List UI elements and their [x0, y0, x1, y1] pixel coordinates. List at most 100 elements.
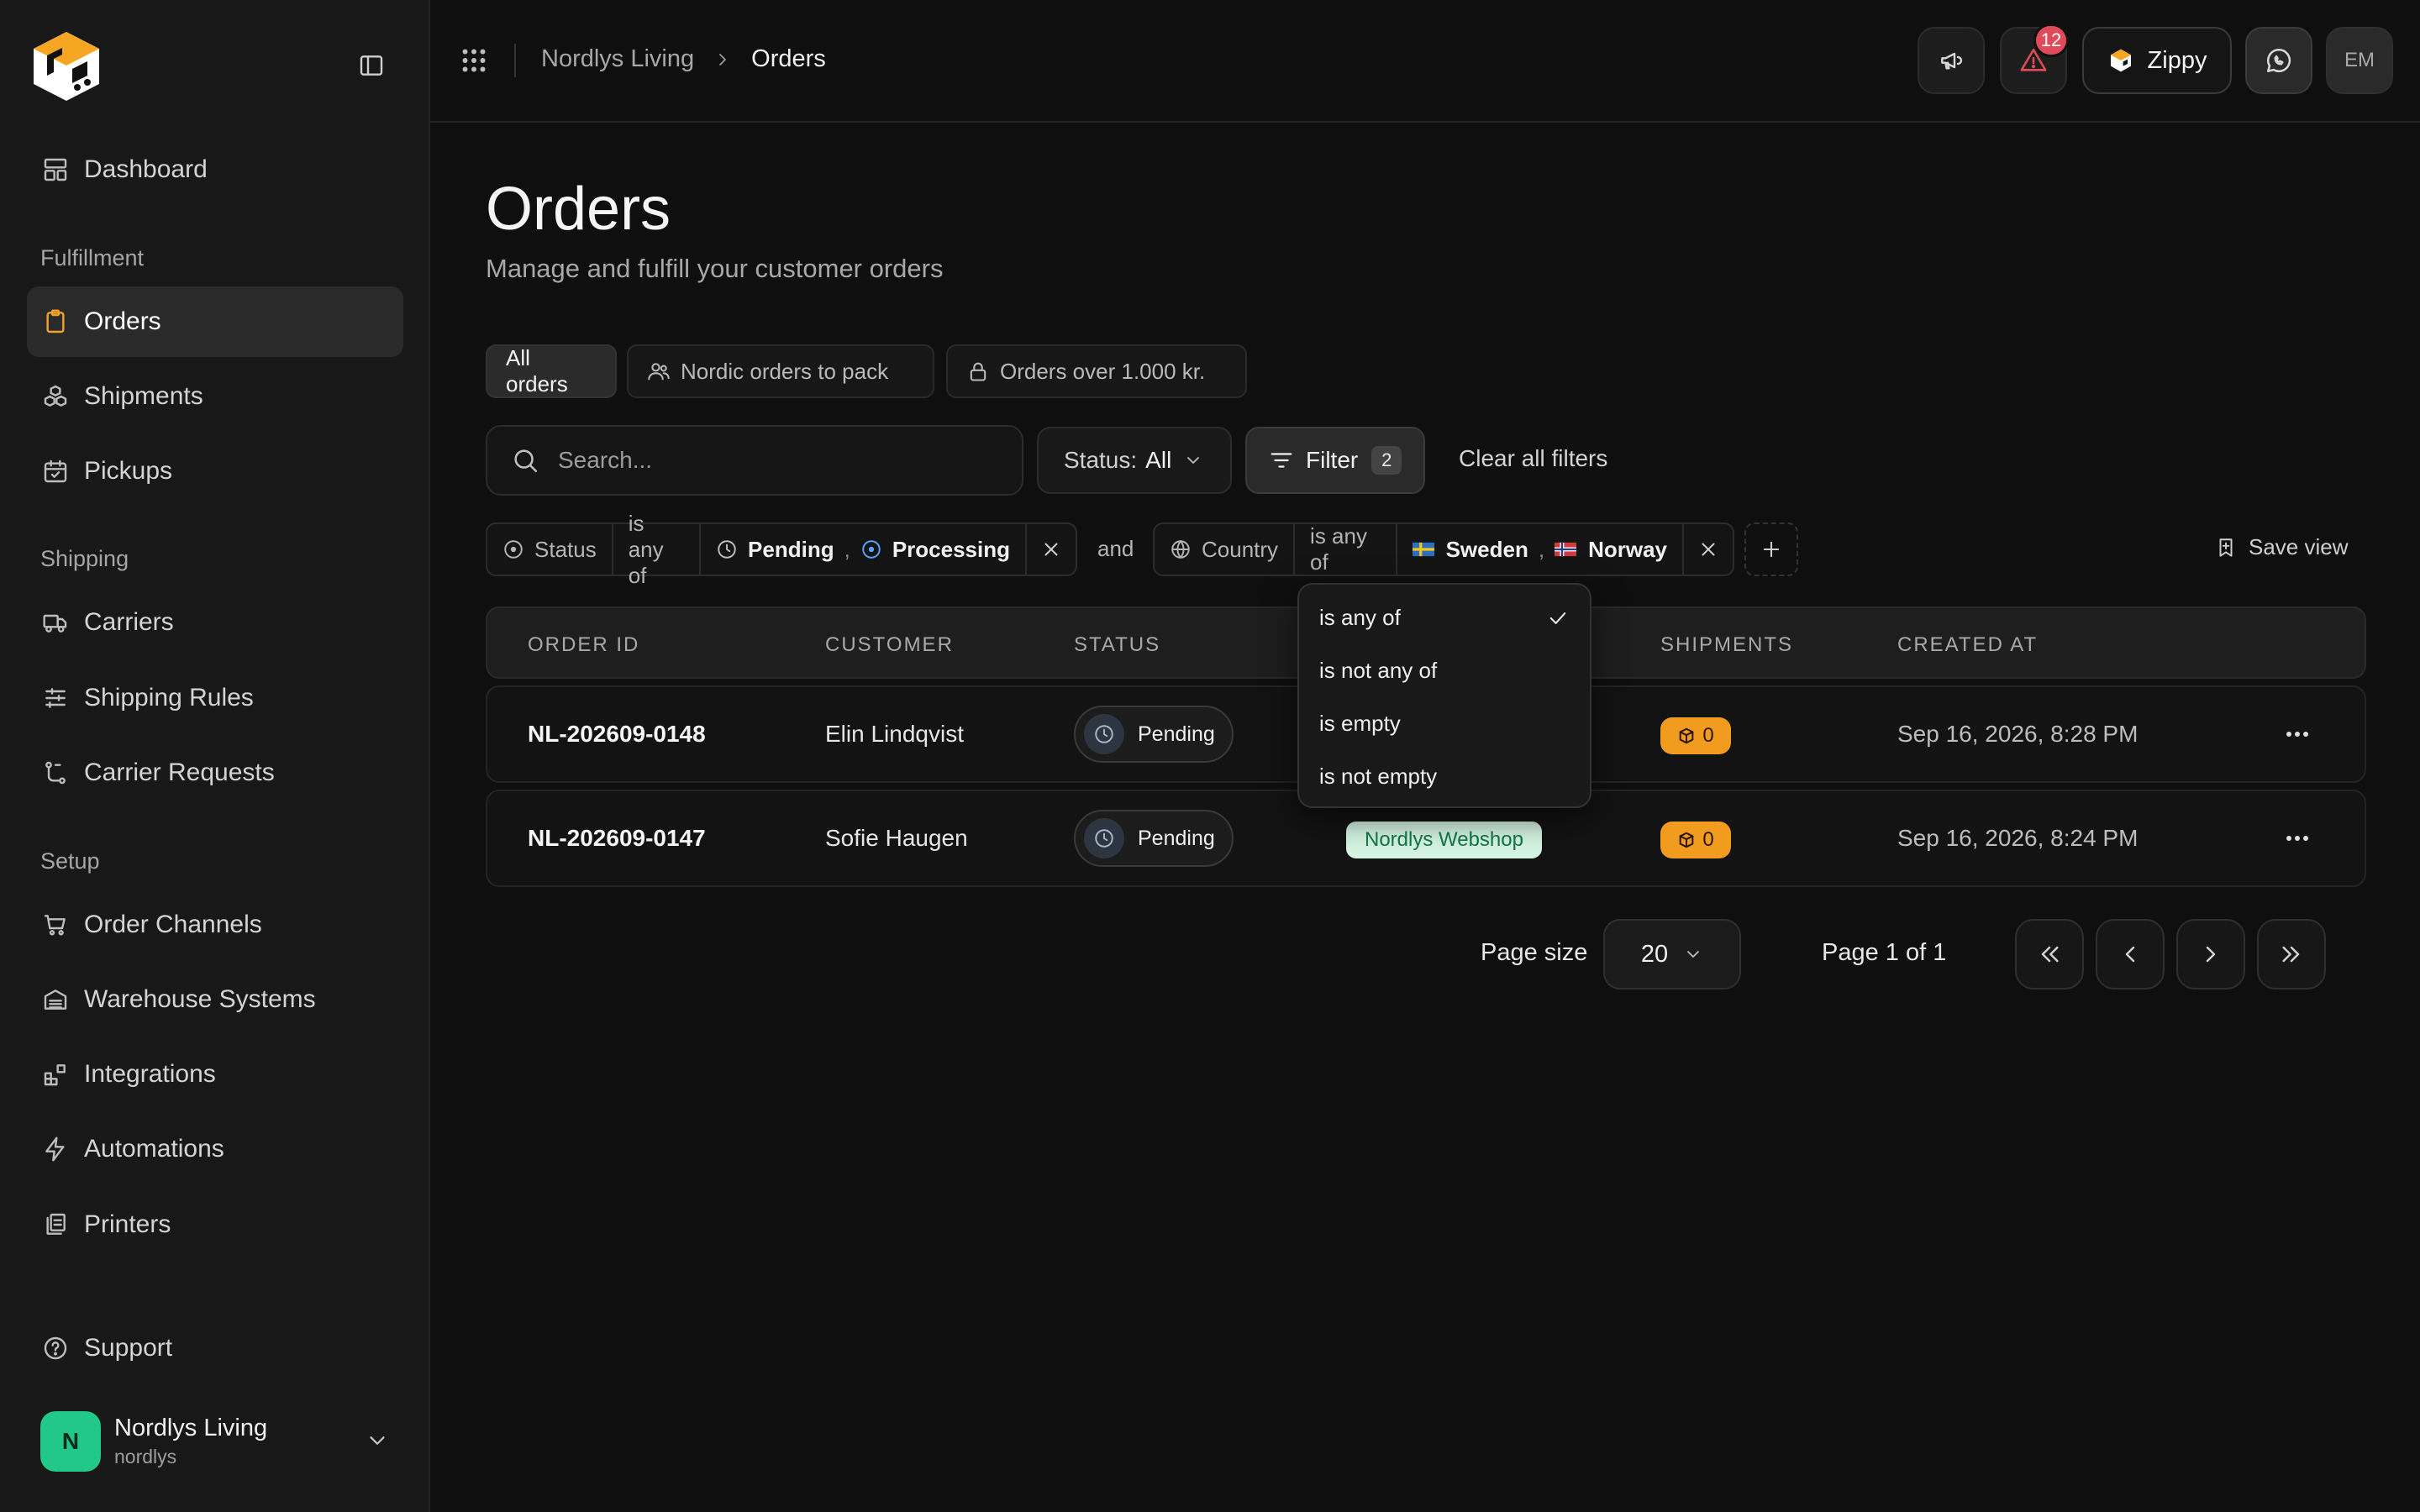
first-page-button[interactable]: [2015, 919, 2084, 990]
calendar-check-icon: [44, 459, 67, 483]
sidebar-item-label: Automations: [84, 1135, 224, 1163]
country-filter-values[interactable]: Sweden , Norway: [1397, 524, 1684, 575]
status-badge-label: Pending: [1138, 826, 1215, 850]
column-header-created-at[interactable]: CREATED AT: [1897, 633, 2038, 657]
chevrons-left-icon: [2041, 946, 2059, 963]
operator-option-is-any-of[interactable]: is any of: [1299, 591, 1590, 644]
breadcrumb: Nordlys Living Orders: [541, 45, 826, 73]
row-actions-icon[interactable]: [2282, 827, 2312, 850]
save-view-button[interactable]: Save view: [2215, 534, 2349, 560]
globe-icon: [1171, 540, 1190, 559]
status-filter-values[interactable]: Pending , Processing: [701, 524, 1027, 575]
filter-field-label: Country: [1202, 536, 1279, 562]
sidebar-item-label: Warehouse Systems: [84, 985, 316, 1013]
operator-option-is-empty[interactable]: is empty: [1299, 697, 1590, 750]
sidebar-toggle-button[interactable]: [358, 52, 385, 79]
view-tab-orders-over[interactable]: Orders over 1.000 kr.: [946, 344, 1247, 398]
clock-icon: [718, 540, 736, 559]
status-badge: Pending: [1074, 810, 1234, 867]
next-page-button[interactable]: [2176, 919, 2245, 990]
sidebar-item-warehouse-systems[interactable]: Warehouse Systems: [27, 964, 403, 1035]
sidebar-item-automations[interactable]: Automations: [27, 1114, 403, 1184]
column-header-customer[interactable]: CUSTOMER: [825, 633, 954, 657]
sidebar-item-order-channels[interactable]: Order Channels: [27, 890, 403, 960]
status-select-value: All: [1145, 447, 1172, 473]
sweden-flag-icon: [1412, 542, 1434, 557]
sidebar-item-carrier-requests[interactable]: Carrier Requests: [27, 738, 403, 808]
operator-option-label: is empty: [1319, 711, 1401, 736]
blocks-icon: [44, 1064, 66, 1086]
lock-icon: [970, 362, 986, 381]
search-input[interactable]: [556, 446, 1013, 475]
breadcrumb-workspace[interactable]: Nordlys Living: [541, 45, 694, 73]
order-id-cell[interactable]: NL-202609-0147: [528, 825, 706, 852]
announcements-button[interactable]: [1918, 27, 1985, 94]
order-id-cell[interactable]: NL-202609-0148: [528, 721, 706, 748]
column-header-order-id[interactable]: ORDER ID: [528, 633, 639, 657]
sidebar-item-support[interactable]: Support: [27, 1313, 403, 1383]
account-switcher[interactable]: N Nordlys Living nordlys: [27, 1398, 403, 1485]
last-page-button[interactable]: [2257, 919, 2326, 990]
clear-filters-link[interactable]: Clear all filters: [1459, 445, 1607, 472]
column-header-shipments[interactable]: SHIPMENTS: [1660, 633, 1793, 657]
sidebar-item-label: Order Channels: [84, 911, 262, 938]
workspace-switcher-button[interactable]: Zippy: [2082, 27, 2232, 94]
sidebar-item-label: Orders: [84, 307, 161, 335]
logo-cube-icon: [34, 32, 99, 101]
operator-option-is-not-empty[interactable]: is not empty: [1299, 750, 1590, 803]
status-select[interactable]: Status: All: [1037, 427, 1232, 494]
sidebar-item-printers[interactable]: Printers: [27, 1189, 403, 1260]
filter-operator-label: is any of: [1310, 523, 1367, 575]
boxes-icon: [44, 385, 67, 407]
sidebar-item-integrations[interactable]: Integrations: [27, 1039, 403, 1110]
filter-joiner: and: [1097, 536, 1134, 561]
search-icon: [514, 449, 538, 473]
previous-page-button[interactable]: [2096, 919, 2165, 990]
row-actions-icon[interactable]: [2282, 722, 2312, 746]
sidebar-item-shipments[interactable]: Shipments: [27, 361, 403, 432]
clock-icon: [1095, 725, 1113, 743]
filter-value-norway: Norway: [1588, 536, 1667, 562]
processing-circle-icon: [862, 540, 881, 559]
user-avatar-button[interactable]: EM: [2326, 27, 2393, 94]
shipments-count: 0: [1702, 828, 1714, 851]
sidebar-item-orders[interactable]: Orders: [27, 286, 403, 357]
sidebar-item-pickups[interactable]: Pickups: [27, 436, 403, 507]
add-filter-button[interactable]: [1744, 522, 1798, 576]
sidebar-item-label: Carrier Requests: [84, 759, 275, 786]
bolt-icon: [45, 1137, 65, 1162]
page-size-select[interactable]: 20: [1603, 919, 1741, 990]
remove-status-filter-button[interactable]: [1027, 524, 1076, 575]
chat-button[interactable]: [2245, 27, 2312, 94]
page-subtitle: Manage and fulfill your customer orders: [486, 254, 944, 283]
page-size-label: Page size: [1481, 939, 1588, 966]
page-size-value: 20: [1640, 940, 1669, 968]
search-box: [486, 425, 1023, 496]
app-launcher-button[interactable]: [459, 45, 489, 76]
sidebar-section-setup: Setup: [40, 848, 100, 874]
sidebar-item-label: Dashboard: [84, 155, 208, 183]
filter-button[interactable]: Filter 2: [1245, 427, 1425, 494]
status-filter-chip: Status is any of Pending , Processing: [486, 511, 1077, 588]
column-header-status[interactable]: STATUS: [1074, 633, 1160, 657]
filter-value-processing: Processing: [892, 536, 1010, 562]
country-filter-field[interactable]: Country: [1155, 524, 1296, 575]
alerts-button[interactable]: 12: [2000, 24, 2069, 94]
status-filter-operator[interactable]: is any of: [613, 511, 702, 588]
view-tab-all-orders[interactable]: All orders: [486, 344, 617, 398]
help-circle-icon: [44, 1336, 67, 1360]
package-icon: [1679, 727, 1694, 744]
sidebar-item-shipping-rules[interactable]: Shipping Rules: [27, 663, 403, 733]
breadcrumb-current: Orders: [751, 45, 826, 72]
country-filter-operator[interactable]: is any of: [1295, 523, 1397, 575]
sidebar-item-dashboard[interactable]: Dashboard: [27, 134, 403, 205]
remove-country-filter-button[interactable]: [1684, 524, 1733, 575]
status-filter-field[interactable]: Status: [487, 524, 613, 575]
operator-option-is-not-any-of[interactable]: is not any of: [1299, 644, 1590, 697]
view-tab-nordic-orders[interactable]: Nordic orders to pack: [627, 344, 934, 398]
view-tab-label: Orders over 1.000 kr.: [1000, 358, 1206, 384]
chevrons-right-icon: [2282, 946, 2300, 963]
app-logo[interactable]: [29, 29, 104, 104]
dashboard-icon: [44, 158, 67, 181]
sidebar-item-carriers[interactable]: Carriers: [27, 587, 403, 658]
